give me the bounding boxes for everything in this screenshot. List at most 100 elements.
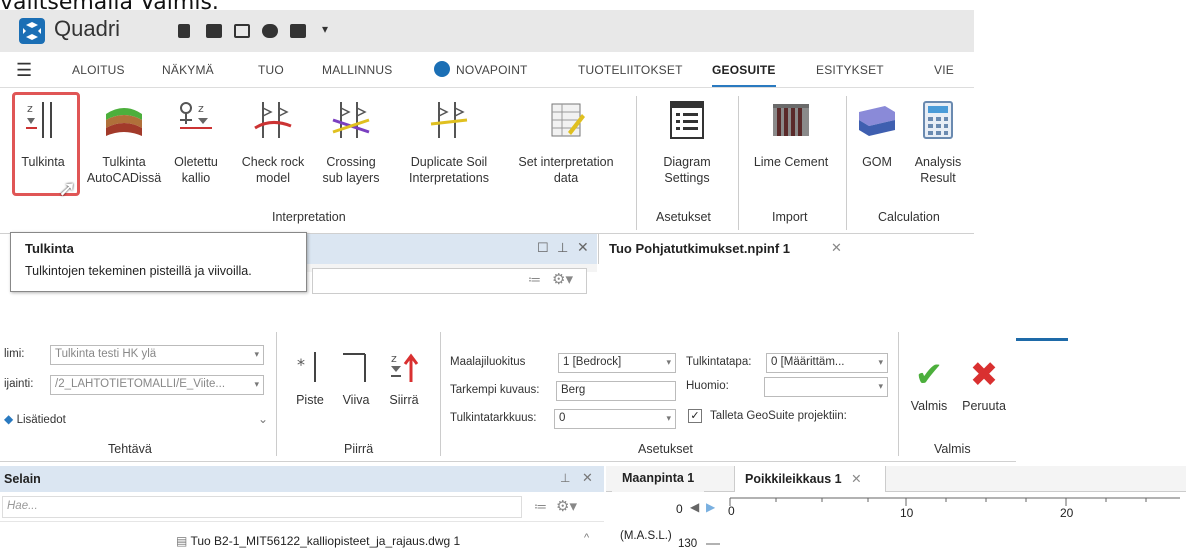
duplicate-soil-label2: Interpretations (409, 171, 489, 185)
task-location-combo[interactable]: /2_LAHTOTIETOMALLI/E_Viite... ▾ (50, 375, 264, 395)
task-name-combo[interactable]: Tulkinta testi HK ylä ▾ (50, 345, 264, 365)
lisatiedot-label: Lisätiedot (16, 414, 66, 426)
gear-icon[interactable]: ⚙▾ (552, 270, 573, 288)
group-separator (898, 332, 899, 456)
lime-cement-label: Lime Cement (753, 155, 829, 169)
check-rock-label2: model (255, 171, 291, 185)
tab-novapoint[interactable]: NOVAPOINT (456, 63, 528, 77)
terrain-layers-icon (106, 108, 142, 136)
tab-aloitus[interactable]: ALOITUS (72, 63, 125, 77)
open-folder-icon[interactable] (206, 24, 222, 38)
oletettu-kallio-label1: Oletettu (174, 155, 218, 169)
tree-item[interactable]: ▤ Tuo B2-1_MIT56122_kalliopisteet_ja_raj… (176, 534, 460, 548)
maximize-icon[interactable]: ☐ (537, 240, 549, 256)
tulkinta-autocad-button[interactable]: Tulkinta AutoCADissä (86, 98, 162, 186)
tab-vie[interactable]: VIE (934, 63, 954, 77)
tab-nakyma[interactable]: NÄKYMÄ (162, 63, 214, 77)
group-label-import: Import (772, 210, 808, 224)
tapa-label: Tulkintatapa: (686, 356, 752, 368)
talleta-checkbox[interactable]: ✓ (688, 409, 702, 423)
x-tick-20: 20 (1060, 506, 1074, 520)
group-separator (276, 332, 277, 456)
svg-text:z: z (198, 102, 204, 115)
check-rock-model-button[interactable]: Check rock model (236, 98, 310, 186)
point-icon: * (297, 352, 316, 382)
tab-maanpinta[interactable]: Maanpinta 1 (612, 466, 705, 492)
kuvaus-input[interactable]: Berg (556, 381, 676, 401)
kuvaus-value: Berg (561, 384, 586, 396)
huomio-combo[interactable]: ▾ (764, 377, 888, 397)
tab-tuoteliitokset[interactable]: TUOTELIITOKSET (578, 63, 683, 77)
crossing-label1: Crossing (326, 155, 376, 169)
group-label-asetukset2: Asetukset (638, 442, 693, 456)
group-label-piirra: Piirrä (344, 442, 374, 456)
siirra-label: Siirrä (389, 393, 419, 407)
tarkkuus-combo[interactable]: 0 ▾ (554, 409, 676, 429)
gear-icon[interactable]: ⚙▾ (556, 497, 577, 515)
oletettu-kallio-button[interactable]: z Oletettu kallio (168, 98, 224, 186)
close-tab-icon[interactable]: ✕ (851, 472, 861, 486)
tulkinta-autocad-label1: Tulkinta (102, 155, 146, 169)
maalaji-combo[interactable]: 1 [Bedrock] ▾ (558, 353, 676, 373)
new-file-icon[interactable] (178, 24, 190, 38)
analysis-result-label2: Result (920, 171, 956, 185)
panel-search-input[interactable] (312, 268, 587, 294)
tab-geosuite[interactable]: GEOSUITE (712, 63, 776, 87)
duplicate-soil-interpretations-button[interactable]: Duplicate Soil Interpretations (398, 98, 500, 186)
valmis-button[interactable]: ✔ Valmis (906, 356, 952, 414)
tooltip-description: Tulkintojen tekeminen pisteillä ja viivo… (25, 264, 252, 278)
duplicate-soil-label1: Duplicate Soil (410, 155, 488, 169)
lime-cement-button[interactable]: Lime Cement (746, 98, 836, 170)
dropdown-arrow-icon: ▾ (666, 413, 671, 423)
siirra-button[interactable]: z Siirrä (384, 348, 424, 408)
document-tab[interactable]: Tuo Pohjatutkimukset.npinf 1 ✕ (598, 234, 974, 264)
save-icon[interactable] (290, 24, 306, 38)
analysis-result-button[interactable]: Analysis Result (906, 98, 970, 186)
set-interpretation-label2: data (553, 171, 579, 185)
crossing-sub-layers-button[interactable]: Crossing sub layers (316, 98, 386, 186)
set-interpretation-data-button[interactable]: Set interpretation data (506, 98, 626, 186)
pin-icon[interactable]: ⊥ (557, 240, 568, 256)
close-icon[interactable]: ✕ (582, 470, 593, 486)
list-settings-icon (670, 101, 704, 139)
browser-search-input[interactable]: Hae... (2, 496, 522, 518)
tarkkuus-value: 0 (559, 412, 566, 424)
cloud-upload-icon[interactable] (262, 24, 278, 38)
open-recent-icon[interactable] (234, 24, 250, 38)
chevron-down-icon[interactable]: ▾ (322, 22, 328, 36)
scroll-up-icon[interactable]: ^ (584, 532, 589, 544)
hamburger-menu-icon[interactable]: ☰ (16, 60, 32, 81)
gom-label: GOM (862, 155, 892, 169)
lime-cement-columns-icon (773, 104, 809, 136)
tab-tuo[interactable]: TUO (258, 63, 284, 77)
group-label-calculation: Calculation (878, 210, 940, 224)
list-options-icon[interactable]: ≔ (528, 272, 541, 288)
group-separator (636, 96, 637, 230)
tab-mallinnus[interactable]: MALLINNUS (322, 63, 392, 77)
nimi-label: limi: (4, 348, 25, 360)
dropdown-arrow-icon: ▾ (878, 381, 883, 391)
tab-esitykset[interactable]: ESITYKSET (816, 63, 884, 77)
checkmark-icon: ✔ (914, 356, 944, 394)
task-location-value: /2_LAHTOTIETOMALLI/E_Viite... (55, 378, 226, 390)
viiva-button[interactable]: Viiva (336, 348, 376, 408)
close-tab-icon[interactable]: ✕ (831, 240, 842, 256)
table-edit-icon (551, 103, 585, 137)
lisatiedot-expander[interactable]: ◆ Lisätiedot ⌄ (4, 412, 268, 430)
dropdown-arrow-icon: ▾ (254, 379, 259, 389)
gom-button[interactable]: GOM (852, 98, 902, 170)
diagram-settings-button[interactable]: Diagram Settings (650, 98, 724, 186)
piste-button[interactable]: * Piste (290, 348, 330, 408)
peruuta-button[interactable]: ✖ Peruuta (956, 356, 1012, 414)
tulkinta-autocad-label2: AutoCADissä (86, 171, 162, 185)
browser-panel-header: Selain ⊥ ✕ (0, 466, 604, 492)
close-icon[interactable]: ✕ (577, 239, 589, 256)
pin-icon[interactable]: ⊥ (560, 471, 570, 485)
piste-label: Piste (296, 393, 324, 407)
crossing-layers-icon (332, 102, 370, 138)
document-tab-label: Tuo Pohjatutkimukset.npinf 1 (609, 241, 791, 256)
tab-poikkileikkaus[interactable]: Poikkileikkaus 1 ✕ (734, 466, 886, 492)
tapa-combo[interactable]: 0 [Määrittäm... ▾ (766, 353, 888, 373)
section-view[interactable]: 0 ◀ ▶ 0 10 20 (M.A.S.L.) 130 (606, 492, 1186, 556)
list-options-icon[interactable]: ≔ (534, 499, 547, 515)
